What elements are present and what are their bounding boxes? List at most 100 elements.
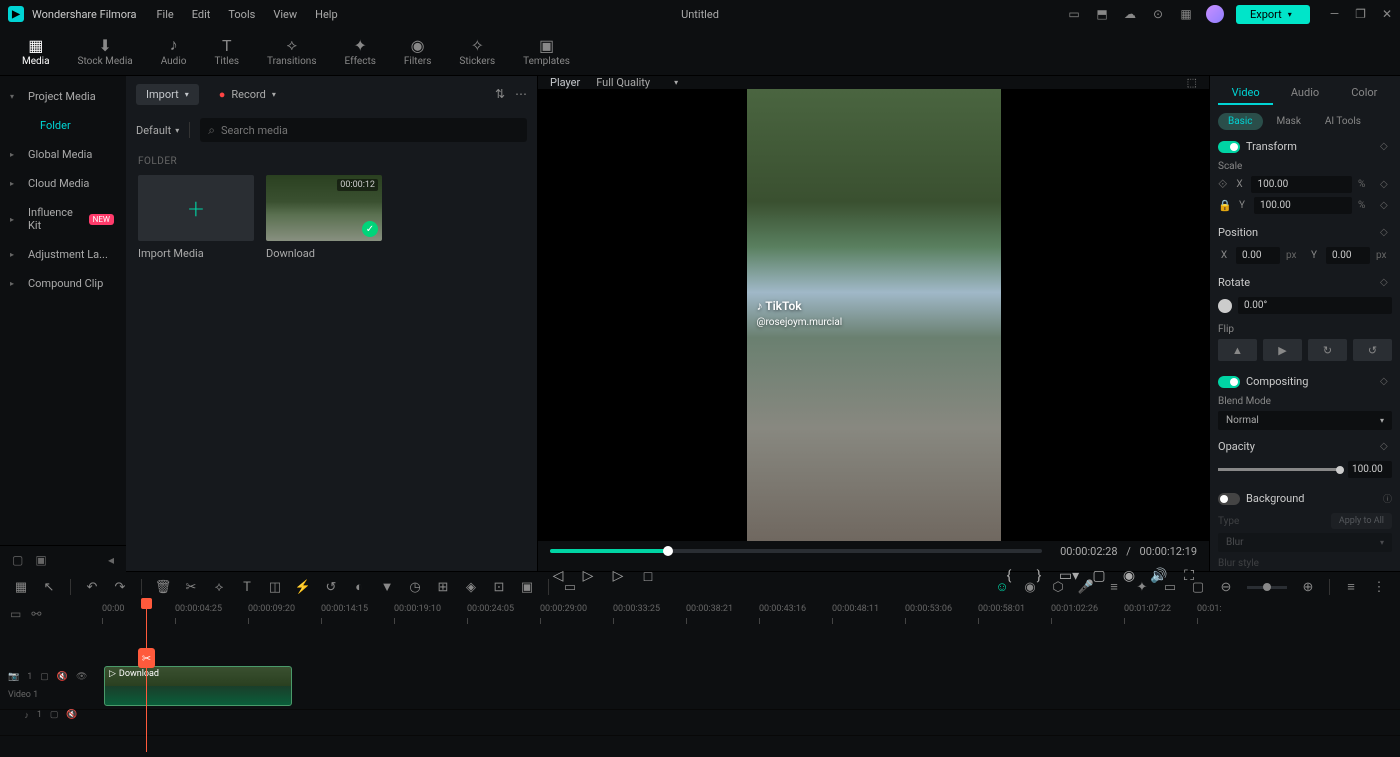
timeline-clip[interactable]: ▷Download xyxy=(104,666,292,706)
menu-view[interactable]: View xyxy=(273,8,297,21)
scrubber[interactable] xyxy=(550,549,1042,553)
rotate-dial[interactable] xyxy=(1218,299,1232,313)
prop-tab-audio[interactable]: Audio xyxy=(1277,82,1332,105)
scale-y-input[interactable] xyxy=(1254,197,1352,214)
export-button[interactable]: Export▾ xyxy=(1236,5,1310,24)
tab-titles[interactable]: TTitles xyxy=(202,32,251,71)
rotate-cw-button[interactable]: ↻ xyxy=(1308,339,1347,361)
keyframe-icon[interactable]: ◇ xyxy=(1380,141,1392,153)
tl-split-icon[interactable]: ✂ xyxy=(184,580,198,594)
pos-x-input[interactable] xyxy=(1236,247,1280,264)
tl-cc-icon[interactable]: ▭ xyxy=(1163,580,1177,594)
keyframe-icon[interactable]: ◇ xyxy=(1380,179,1392,191)
tl-display-icon[interactable]: ▢ xyxy=(1191,580,1205,594)
tl-copy-icon[interactable]: ◫ xyxy=(268,580,282,594)
tl-mic-icon[interactable]: 🎤 xyxy=(1079,580,1093,594)
import-media-tile[interactable]: + Import Media xyxy=(138,175,254,260)
eye-icon[interactable]: 👁 xyxy=(76,672,87,682)
search-input[interactable] xyxy=(221,124,519,137)
tl-face-icon[interactable]: ☺ xyxy=(995,580,1009,594)
tl-compound-icon[interactable]: ▣ xyxy=(520,580,534,594)
tl-shield-icon[interactable]: ⬡ xyxy=(1051,580,1065,594)
menu-tools[interactable]: Tools xyxy=(228,8,255,21)
maximize-button[interactable]: ❐ xyxy=(1355,7,1366,21)
keyframe-icon[interactable]: ◇ xyxy=(1380,441,1392,453)
add-track-icon[interactable]: ▢ xyxy=(50,710,59,720)
folder-icon[interactable]: ▢ xyxy=(12,553,23,567)
sidebar-adjustment-layer[interactable]: ▸Adjustment La... xyxy=(0,240,126,269)
tl-zoom-in-icon[interactable]: ⊕ xyxy=(1301,580,1315,594)
transform-toggle[interactable] xyxy=(1218,141,1240,153)
record-button[interactable]: ●Record▾ xyxy=(209,84,286,105)
sidebar-project-media[interactable]: ▾Project Media xyxy=(0,82,126,111)
tl-undo-icon[interactable]: ↶ xyxy=(85,580,99,594)
mute-icon[interactable]: 🔇 xyxy=(66,710,77,720)
tl-text-icon[interactable]: T xyxy=(240,580,254,594)
grid-icon[interactable]: ▦ xyxy=(1178,6,1194,22)
tab-media[interactable]: ▦Media xyxy=(10,32,62,71)
tl-track-icon[interactable]: ⊞ xyxy=(436,580,450,594)
tl-zoom-slider[interactable] xyxy=(1247,586,1287,589)
tab-effects[interactable]: ✦Effects xyxy=(333,32,388,71)
tl-crop-icon[interactable]: ⟡ xyxy=(212,580,226,594)
keyframe-icon[interactable]: ◇ xyxy=(1380,200,1392,212)
sort-default[interactable]: Default▾ xyxy=(136,124,179,137)
save-icon[interactable]: ⬒ xyxy=(1094,6,1110,22)
tl-green-icon[interactable]: ▼ xyxy=(380,580,394,594)
search-box[interactable]: ⌕ xyxy=(200,118,527,142)
audio-track-head[interactable]: ♪1 ▢ 🔇 xyxy=(0,710,102,735)
tl-mixer-icon[interactable]: ≡ xyxy=(1107,580,1121,594)
rotate-input[interactable] xyxy=(1238,297,1392,314)
tab-stock-media[interactable]: ⬇Stock Media xyxy=(66,32,145,71)
tab-stickers[interactable]: ✧Stickers xyxy=(447,32,507,71)
media-clip-download[interactable]: 00:00:12 ✓ Download xyxy=(266,175,382,260)
tl-timer-icon[interactable]: ◷ xyxy=(408,580,422,594)
close-button[interactable]: ✕ xyxy=(1382,7,1392,21)
prop-tab-color[interactable]: Color xyxy=(1337,82,1392,105)
cloud-icon[interactable]: ☁ xyxy=(1122,6,1138,22)
tab-audio[interactable]: ♪Audio xyxy=(149,32,199,71)
more-icon[interactable]: ⋯ xyxy=(515,87,527,101)
tl-tag-icon[interactable]: ◈ xyxy=(464,580,478,594)
sidebar-influence-kit[interactable]: ▸Influence KitNEW xyxy=(0,198,126,240)
quality-select[interactable]: Full Quality▾ xyxy=(596,76,678,89)
filter-icon[interactable]: ⇅ xyxy=(495,87,505,101)
info-icon[interactable]: ⓘ xyxy=(1383,492,1392,505)
split-handle[interactable]: ✂ xyxy=(138,648,155,668)
tab-templates[interactable]: ▣Templates xyxy=(511,32,582,71)
tab-transitions[interactable]: ⟡Transitions xyxy=(255,32,328,71)
import-button[interactable]: Import▾ xyxy=(136,84,199,105)
background-toggle[interactable] xyxy=(1218,493,1240,505)
opacity-input[interactable] xyxy=(1348,461,1392,478)
keyframe-icon[interactable]: ◇ xyxy=(1380,376,1392,388)
subtab-aitools[interactable]: AI Tools xyxy=(1315,113,1371,130)
sidebar-compound-clip[interactable]: ▸Compound Clip xyxy=(0,269,126,298)
rotate-ccw-button[interactable]: ↺ xyxy=(1353,339,1392,361)
pos-y-input[interactable] xyxy=(1326,247,1370,264)
minimize-button[interactable]: — xyxy=(1330,7,1339,21)
menu-file[interactable]: File xyxy=(156,8,173,21)
scale-x-input[interactable] xyxy=(1251,176,1352,193)
compositing-toggle[interactable] xyxy=(1218,376,1240,388)
tl-color-icon[interactable]: ◐ xyxy=(352,580,366,594)
video-track-head[interactable]: 📷1 ▢ 🔇 👁 Video 1 xyxy=(0,662,102,709)
timeline-ruler[interactable]: ✂ 00:0000:00:04:2500:00:09:2000:00:14:15… xyxy=(102,602,1400,626)
link-icon[interactable]: ⟐ xyxy=(1218,177,1227,192)
screen-icon[interactable]: ▭ xyxy=(1066,6,1082,22)
tl-cursor-icon[interactable]: ↖ xyxy=(42,580,56,594)
keyframe-icon[interactable]: ◇ xyxy=(1380,227,1392,239)
headphones-icon[interactable]: ⊙ xyxy=(1150,6,1166,22)
tl-zoom-out-icon[interactable]: ⊖ xyxy=(1219,580,1233,594)
user-avatar[interactable] xyxy=(1206,5,1224,23)
prop-tab-video[interactable]: Video xyxy=(1218,82,1273,105)
menu-edit[interactable]: Edit xyxy=(192,8,211,21)
lock-icon[interactable]: 🔒 xyxy=(1218,199,1230,212)
sidebar-cloud-media[interactable]: ▸Cloud Media xyxy=(0,169,126,198)
snapshot-icon[interactable]: ⬚ xyxy=(1187,76,1197,89)
flip-h-button[interactable]: ▲ xyxy=(1218,339,1257,361)
tl-redo-icon[interactable]: ↷ xyxy=(113,580,127,594)
blend-mode-select[interactable]: Normal▾ xyxy=(1218,411,1392,430)
flip-v-button[interactable]: ▶ xyxy=(1263,339,1302,361)
sidebar-folder[interactable]: Folder xyxy=(0,111,126,140)
tl-speed-icon[interactable]: ⚡ xyxy=(296,580,310,594)
